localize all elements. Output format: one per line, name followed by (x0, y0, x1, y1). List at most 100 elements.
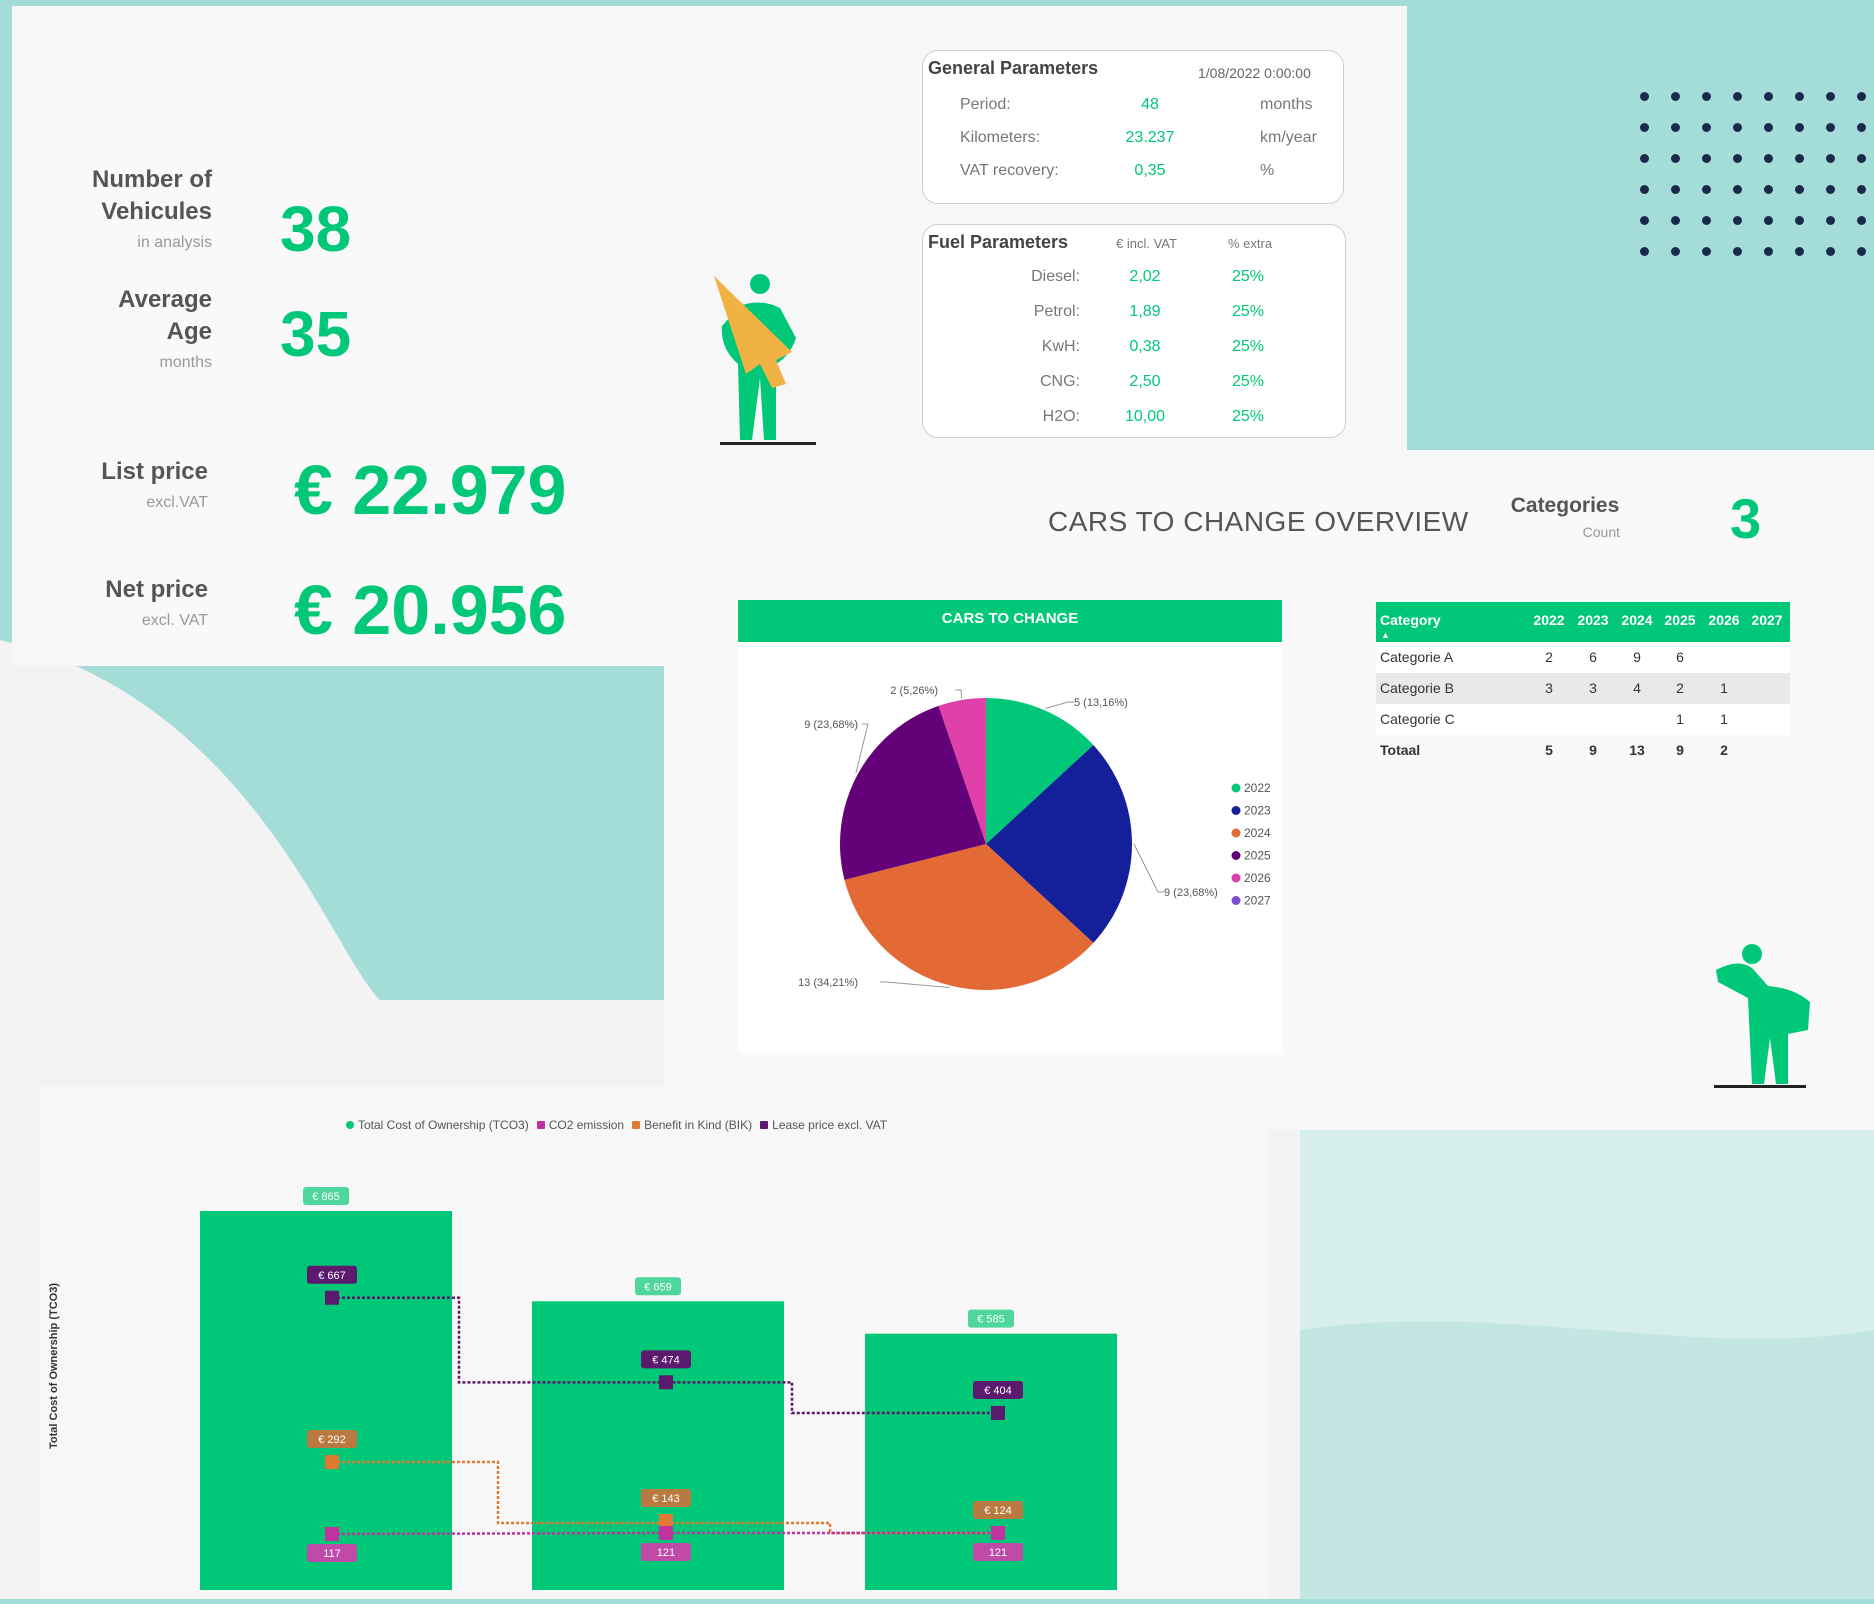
tco-bar-label: € 659 (644, 1281, 672, 1293)
table-cell-value: 1 (1720, 680, 1728, 696)
fuel-row-label: H2O: (1042, 408, 1080, 425)
age-label: Average Age (60, 284, 212, 348)
fuel-parameters-title: Fuel Parameters (928, 232, 1069, 252)
fuel-row-label: KwH: (1041, 338, 1080, 355)
sort-ascending-icon[interactable]: ▲ (1381, 630, 1390, 640)
pie-leader-line (1133, 843, 1164, 893)
legend-marker (1231, 896, 1241, 905)
legend-marker (1231, 851, 1241, 860)
fuel-row: CNG: 2,50 25% (960, 373, 1330, 408)
table-cell-value: 1 (1720, 711, 1728, 727)
table-cell-category: Categorie C (1380, 711, 1455, 727)
tco-line-label: 121 (657, 1547, 675, 1559)
table-cell-value: 5 (1545, 742, 1553, 758)
decor-dot (1733, 92, 1742, 101)
tco-line-label: € 143 (652, 1493, 680, 1505)
table-cell-category: Totaal (1380, 742, 1421, 758)
legend-label[interactable]: 2022 (1244, 781, 1271, 795)
fuel-row: KwH: 0,38 25% (960, 338, 1330, 373)
tco-legend-marker (536, 1121, 545, 1129)
general-row: Period: 48 months (960, 96, 1330, 129)
legend-label[interactable]: 2026 (1244, 871, 1271, 885)
tco-legend-item[interactable]: Benefit in Kind (BIK) (632, 1118, 752, 1132)
overview-title: CARS TO CHANGE OVERVIEW (1048, 506, 1469, 537)
person-thinking-illustration (1708, 938, 1818, 1090)
tco-line-marker[interactable] (991, 1405, 1005, 1420)
tco-line-marker[interactable] (325, 1455, 339, 1470)
fuel-row: H2O: 10,00 25% (960, 408, 1330, 443)
tco-line-label: € 667 (318, 1270, 346, 1282)
table-cell-value: 3 (1545, 680, 1553, 696)
legend-marker (1231, 806, 1241, 815)
legend-label[interactable]: 2024 (1244, 826, 1271, 840)
table-cell-value: 3 (1589, 680, 1597, 696)
tco-line-label: € 292 (318, 1434, 346, 1446)
tco-line-marker[interactable] (659, 1514, 673, 1528)
vehicles-label-line2: Vehicules (101, 198, 212, 225)
general-row-label: Period: (960, 96, 1011, 113)
fuel-row-price: 2,50 (1129, 373, 1161, 390)
tco-line-marker[interactable] (325, 1527, 339, 1541)
pie-data-label: 9 (23,68%) (1164, 887, 1218, 899)
table-cell-value: 4 (1633, 680, 1641, 696)
fuel-row-extra: 25% (1231, 408, 1265, 425)
table-header-year[interactable]: 2027 (1748, 612, 1786, 628)
table-header-year[interactable]: 2026 (1705, 612, 1743, 628)
tco-legend-marker (632, 1121, 641, 1129)
decor-dot (1640, 247, 1649, 256)
table-header-year[interactable]: 2025 (1661, 612, 1699, 628)
decor-dot (1640, 92, 1649, 101)
table-cell-category: Categorie A (1380, 649, 1454, 665)
table-header-year[interactable]: 2024 (1618, 612, 1656, 628)
tco-legend-item[interactable]: CO2 emission (536, 1118, 624, 1132)
table-header-year[interactable]: 2023 (1574, 612, 1612, 628)
tco-line-marker[interactable] (991, 1526, 1005, 1540)
fuel-row-price: 10,00 (1124, 408, 1166, 425)
table-header-year[interactable]: 2022 (1530, 612, 1568, 628)
table-header-category[interactable]: Category (1380, 612, 1441, 628)
decor-dot (1671, 247, 1680, 256)
list-price-label: List price (101, 458, 208, 485)
legend-label[interactable]: 2023 (1244, 804, 1271, 818)
pie-leader-line (1045, 701, 1074, 709)
decor-dot (1826, 185, 1835, 194)
decor-dot (1857, 92, 1866, 101)
general-row-value: 0,35 (1134, 162, 1166, 179)
tco-legend: Total Cost of Ownership (TCO3) CO2 emissi… (346, 1116, 986, 1138)
age-label-line2: Age (166, 318, 212, 345)
decor-dot (1733, 154, 1742, 163)
tco-line-label: € 124 (984, 1505, 1012, 1517)
tco-bar-label: € 585 (977, 1314, 1005, 1326)
general-parameters-date: 1/08/2022 0:00:00 (1198, 65, 1311, 81)
legend-marker (1231, 828, 1241, 838)
age-label-line1: Average (118, 286, 212, 313)
table-row: Categorie C 1 1 (1376, 704, 1790, 735)
fuel-row: Diesel: 2,02 25% (960, 268, 1330, 303)
fuel-row-extra: 25% (1231, 303, 1265, 320)
decor-dot (1671, 123, 1680, 132)
fuel-row-extra: 25% (1231, 373, 1265, 390)
general-row-label: Kilometers: (960, 129, 1041, 146)
fuel-row-label: CNG: (1040, 373, 1080, 390)
tco-legend-marker (346, 1121, 354, 1129)
tco-bar-label: € 865 (312, 1191, 340, 1203)
category-table-body: Categorie A 2 6 9 6 Categorie B 3 3 4 2 1 Categorie… (1376, 642, 1790, 766)
table-cell-value: 9 (1676, 742, 1684, 758)
tco-line-marker[interactable] (659, 1526, 673, 1540)
pie-data-label: 13 (34,21%) (798, 977, 858, 989)
tco-legend-item[interactable]: Lease price excl. VAT (760, 1118, 887, 1132)
tco-line-marker[interactable] (659, 1375, 673, 1390)
decor-dot (1671, 216, 1680, 225)
decor-dot (1733, 247, 1742, 256)
legend-label[interactable]: 2027 (1244, 894, 1271, 908)
legend-label[interactable]: 2025 (1244, 849, 1271, 863)
fuel-row-extra: 25% (1231, 268, 1265, 285)
decor-dot (1702, 92, 1711, 101)
person-illustration-svg (714, 274, 816, 445)
tco-line-marker[interactable] (325, 1290, 339, 1305)
pie-data-label: 5 (13,16%) (1074, 697, 1128, 709)
tco-legend-item[interactable]: Total Cost of Ownership (TCO3) (346, 1118, 529, 1132)
decor-dot (1640, 123, 1649, 132)
fuel-row-price: 0,38 (1129, 338, 1161, 355)
decor-dot (1857, 247, 1866, 256)
